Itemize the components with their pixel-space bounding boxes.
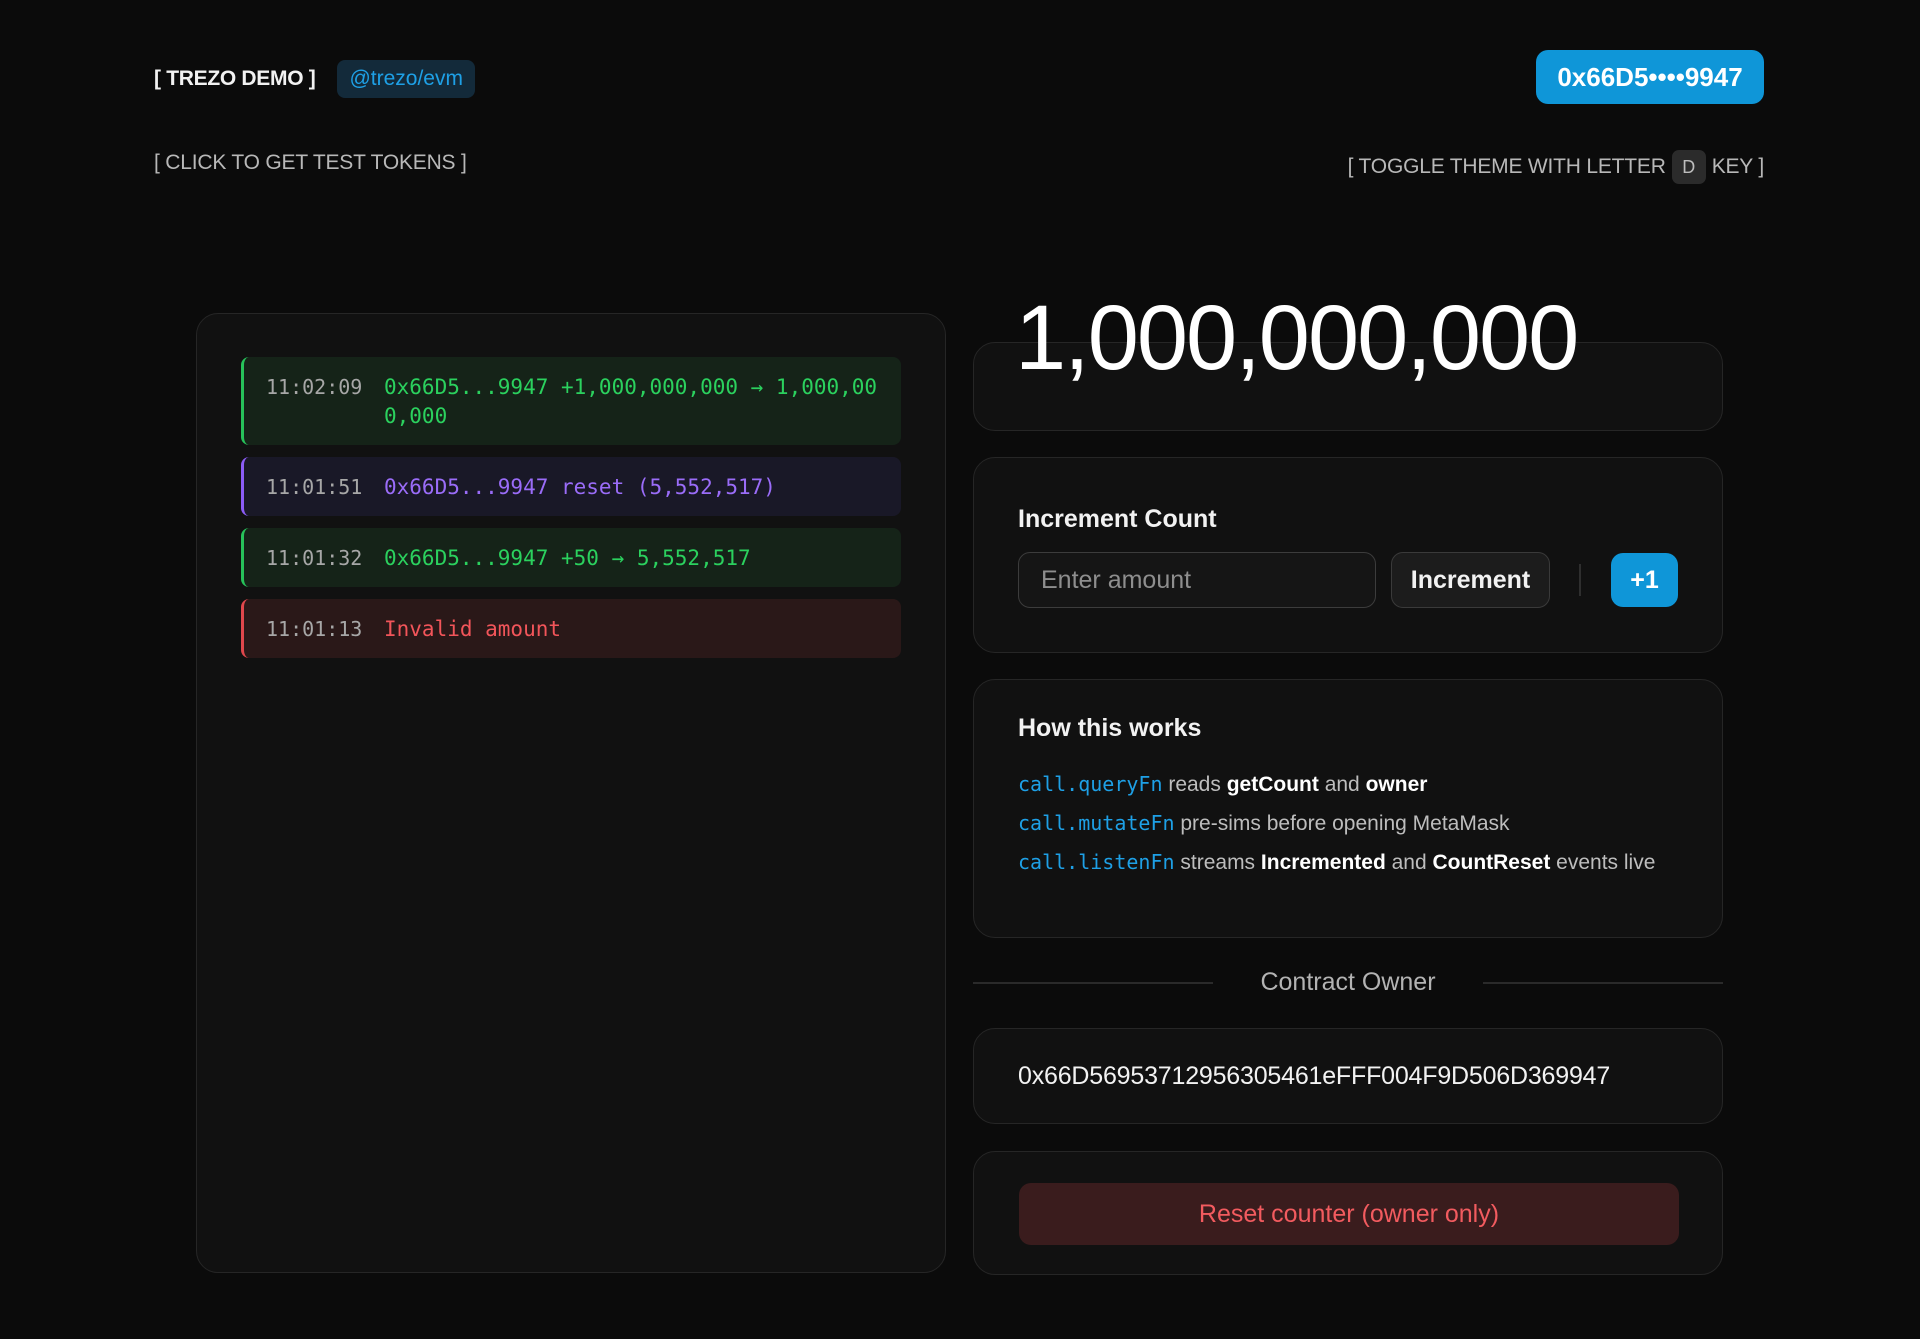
theme-key-cap: D <box>1671 150 1706 184</box>
code-mutate-fn: call.mutateFn <box>1018 811 1175 835</box>
code-listen-fn: call.listenFn <box>1018 850 1175 874</box>
log-entry: 11:01:32 0x66D5...9947 +50 → 5,552,517 <box>241 528 901 587</box>
log-entry: 11:01:51 0x66D5...9947 reset (5,552,517) <box>241 457 901 516</box>
theme-toggle-hint: [ TOGGLE THEME WITH LETTER D KEY ] <box>1348 150 1764 184</box>
log-message: 0x66D5...9947 +50 → 5,552,517 <box>384 546 751 570</box>
log-entry: 11:02:09 0x66D5...9947 +1,000,000,000 → … <box>241 357 901 445</box>
log-time: 11:01:51 <box>266 475 363 499</box>
increment-card: Increment Count Increment +1 <box>973 457 1723 653</box>
increment-button[interactable]: Increment <box>1391 552 1550 608</box>
counter-value: 1,000,000,000 <box>1015 287 1579 389</box>
how-it-works-title: How this works <box>1018 714 1202 742</box>
event-log-panel: 11:02:09 0x66D5...9947 +1,000,000,000 → … <box>196 313 946 1273</box>
wallet-button[interactable]: 0x66D5••••9947 <box>1536 50 1764 104</box>
log-message: Invalid amount <box>384 617 562 641</box>
how-line-query: call.queryFn reads getCount and owner <box>1018 770 1688 799</box>
text: and <box>1385 851 1433 874</box>
amount-input[interactable] <box>1018 552 1376 608</box>
page: [ TREZO DEMO ] @trezo/evm 0x66D5••••9947… <box>0 0 1920 1339</box>
plus-one-button[interactable]: +1 <box>1611 553 1678 607</box>
divider <box>1579 564 1581 596</box>
theme-hint-prefix: [ TOGGLE THEME WITH LETTER <box>1347 155 1666 178</box>
method-name: owner <box>1365 773 1428 796</box>
log-message: 0x66D5...9947 +1,000,000,000 → 1,000,000… <box>384 375 878 428</box>
owner-divider: Contract Owner <box>973 968 1723 998</box>
code-query-fn: call.queryFn <box>1018 772 1163 796</box>
owner-card: 0x66D56953712956305461eFFF004F9D506D3699… <box>973 1028 1723 1124</box>
theme-hint-suffix: KEY ] <box>1711 155 1765 178</box>
log-message: 0x66D5...9947 reset (5,552,517) <box>384 475 776 499</box>
method-name: getCount <box>1226 773 1319 796</box>
event-name: CountReset <box>1432 851 1551 874</box>
log-time: 11:02:09 <box>266 375 363 399</box>
reset-counter-button[interactable]: Reset counter (owner only) <box>1019 1183 1679 1245</box>
get-test-tokens-link[interactable]: [ CLICK TO GET TEST TOKENS ] <box>154 151 467 175</box>
text: pre-sims before opening MetaMask <box>1174 812 1510 835</box>
brand: [ TREZO DEMO ] @trezo/evm <box>154 60 475 98</box>
text: reads <box>1162 773 1227 796</box>
divider-line <box>1483 982 1723 984</box>
reset-card: Reset counter (owner only) <box>973 1151 1723 1275</box>
text: streams <box>1174 851 1261 874</box>
brand-title: [ TREZO DEMO ] <box>154 67 316 90</box>
how-line-mutate: call.mutateFn pre-sims before opening Me… <box>1018 809 1688 838</box>
log-time: 11:01:13 <box>266 617 363 641</box>
text: events live <box>1550 851 1656 874</box>
how-it-works-card: How this works call.queryFn reads getCou… <box>973 679 1723 938</box>
event-name: Incremented <box>1260 851 1386 874</box>
log-time: 11:01:32 <box>266 546 363 570</box>
package-tag[interactable]: @trezo/evm <box>337 60 475 98</box>
how-line-listen: call.listenFn streams Incremented and Co… <box>1018 848 1688 877</box>
increment-title: Increment Count <box>1018 505 1217 533</box>
owner-address: 0x66D56953712956305461eFFF004F9D506D3699… <box>1018 1062 1611 1090</box>
log-entry: 11:01:13 Invalid amount <box>241 599 901 658</box>
text: and <box>1318 773 1366 796</box>
